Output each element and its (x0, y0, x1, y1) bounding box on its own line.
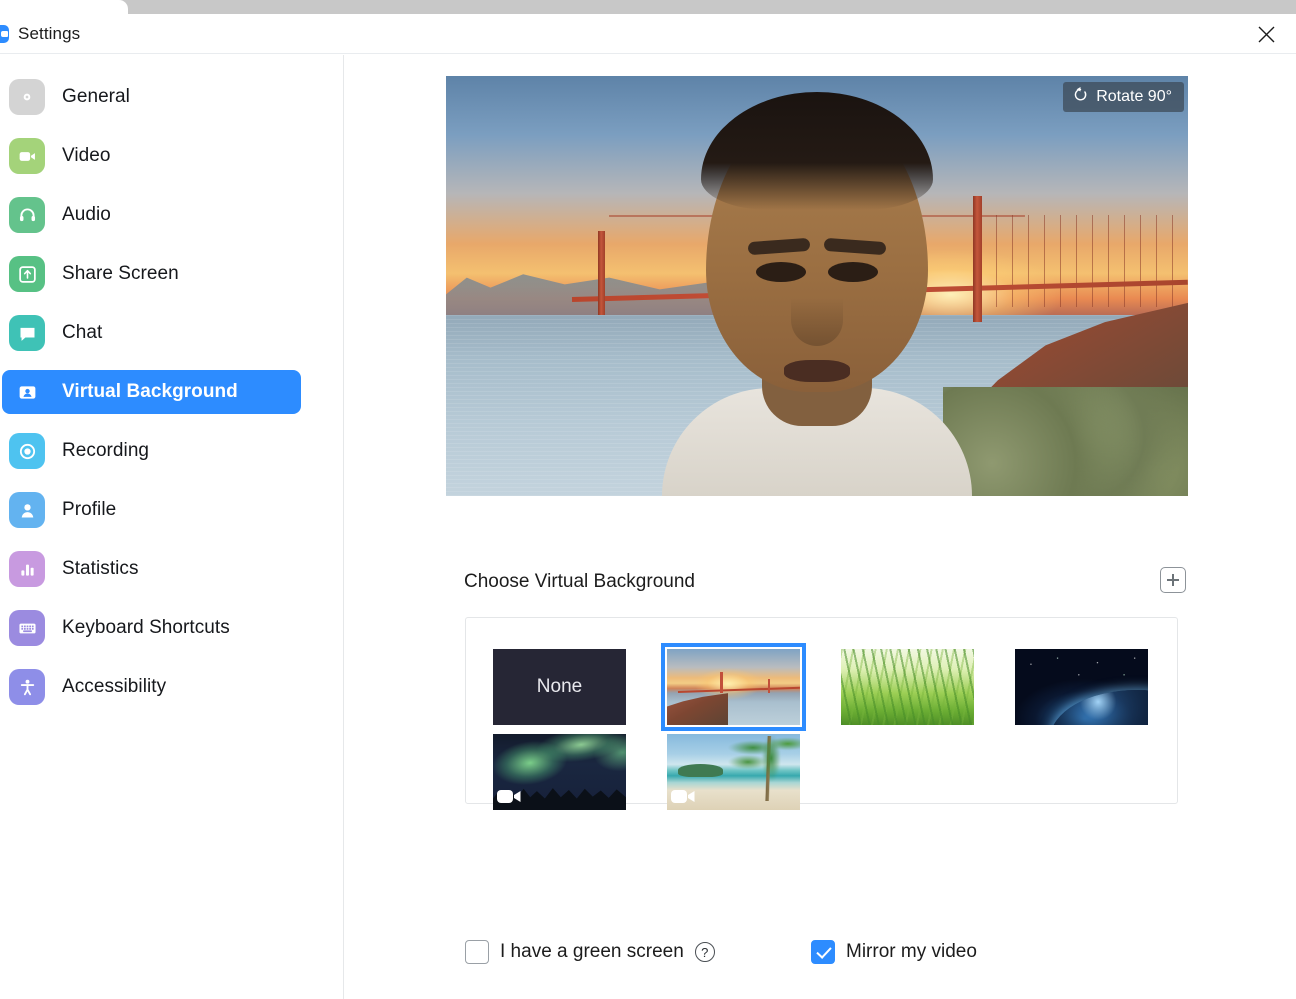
keyboard-icon (9, 610, 45, 646)
sidebar-item-share-screen[interactable]: Share Screen (2, 252, 301, 296)
headphones-icon (9, 197, 45, 233)
sidebar-item-chat[interactable]: Chat (2, 311, 301, 355)
virtual-background-thumbnail[interactable]: None (493, 649, 626, 725)
preview-person-hair (701, 92, 933, 210)
os-window-strip (0, 0, 1296, 14)
question-mark-icon[interactable]: ? (694, 942, 715, 962)
sidebar-item-keyboard-shortcuts[interactable]: Keyboard Shortcuts (2, 606, 301, 650)
sidebar-item-label: Statistics (62, 558, 139, 579)
choose-virtual-background-header: Choose Virtual Background (464, 565, 1186, 599)
rotate-ccw-icon (1072, 86, 1089, 108)
chat-bubble-icon (9, 315, 45, 351)
preview-person-nose (791, 298, 843, 346)
video-preview[interactable]: Rotate 90° (446, 76, 1188, 496)
window-title: Settings (18, 24, 81, 43)
sidebar-item-recording[interactable]: Recording (2, 429, 301, 473)
preview-bridge-tower-far (598, 231, 606, 316)
plus-icon[interactable] (1160, 567, 1186, 593)
share-screen-icon (9, 256, 45, 292)
sidebar-item-accessibility[interactable]: Accessibility (2, 665, 301, 709)
video-camera-icon (9, 138, 45, 174)
virtual-background-grid: None (465, 617, 1178, 810)
preview-person-brow-left (747, 237, 811, 256)
sidebar-item-label: Virtual Background (62, 381, 238, 402)
virtual-background-thumbnail[interactable] (493, 734, 626, 810)
mirror-video-option[interactable]: Mirror my video (811, 940, 977, 964)
rotate-90-label: Rotate 90° (1096, 88, 1172, 105)
preview-person-brow-right (823, 237, 887, 256)
preview-person-eye-left (756, 262, 806, 282)
sidebar-item-statistics[interactable]: Statistics (2, 547, 301, 591)
video-camera-badge-icon (497, 788, 522, 805)
person-icon (9, 492, 45, 528)
mirror-video-label: Mirror my video (846, 941, 977, 962)
thumb-bridge-deck (677, 686, 800, 693)
rotate-90-button[interactable]: Rotate 90° (1063, 82, 1184, 112)
record-circle-icon (9, 433, 45, 469)
close-icon[interactable] (1244, 18, 1288, 50)
virtual-background-thumbnail[interactable] (661, 643, 806, 731)
sidebar-item-label: Accessibility (62, 676, 167, 697)
thumb-bridge-tower-far (768, 679, 771, 694)
video-camera-badge-icon (671, 788, 696, 805)
thumbnail-image (667, 649, 800, 725)
sidebar-item-label: Share Screen (62, 263, 179, 284)
title-bar: Settings (0, 14, 1296, 54)
gear-icon (9, 79, 45, 115)
bar-chart-icon (9, 551, 45, 587)
settings-content: Rotate 90° Choose Virtual Background Non… (345, 55, 1296, 999)
sidebar-item-label: Video (62, 145, 111, 166)
accessibility-icon (9, 669, 45, 705)
green-screen-label: I have a green screen (500, 941, 684, 962)
sidebar-item-label: Profile (62, 499, 117, 520)
sidebar-item-video[interactable]: Video (2, 134, 301, 178)
preview-person (652, 86, 982, 496)
sidebar-item-label: Recording (62, 440, 150, 461)
sidebar-item-label: Chat (62, 322, 103, 343)
thumbnail-label: None (536, 676, 583, 697)
sidebar-item-label: General (62, 86, 130, 107)
virtual-background-options: I have a green screen ? Mirror my video (465, 940, 1187, 980)
virtual-background-thumbnail[interactable] (667, 734, 800, 810)
os-window-tab (0, 0, 128, 14)
settings-sidebar: General Video Audio Share Screen Chat Virtual… (0, 55, 344, 999)
person-card-icon (9, 374, 45, 410)
thumbnail-image (841, 649, 974, 725)
mirror-video-checkbox[interactable] (811, 940, 835, 964)
preview-bridge-vertical-cables (980, 214, 1188, 307)
section-title: Choose Virtual Background (464, 571, 695, 592)
zoom-logo-icon (0, 25, 9, 43)
sidebar-item-profile[interactable]: Profile (2, 488, 301, 532)
sidebar-item-audio[interactable]: Audio (2, 193, 301, 237)
thumbnail-image (1015, 649, 1148, 725)
sidebar-item-virtual-background[interactable]: Virtual Background (2, 370, 301, 414)
preview-person-eye-right (828, 262, 878, 282)
thumb-bridge-tower-near (720, 671, 724, 694)
green-screen-option[interactable]: I have a green screen ? (465, 940, 715, 964)
sidebar-item-label: Keyboard Shortcuts (62, 617, 230, 638)
preview-person-mouth (784, 360, 850, 382)
virtual-background-thumbnail[interactable] (1015, 649, 1148, 725)
sidebar-item-label: Audio (62, 204, 111, 225)
sidebar-item-general[interactable]: General (2, 75, 301, 119)
virtual-background-thumbnail[interactable] (841, 649, 974, 725)
green-screen-checkbox[interactable] (465, 940, 489, 964)
